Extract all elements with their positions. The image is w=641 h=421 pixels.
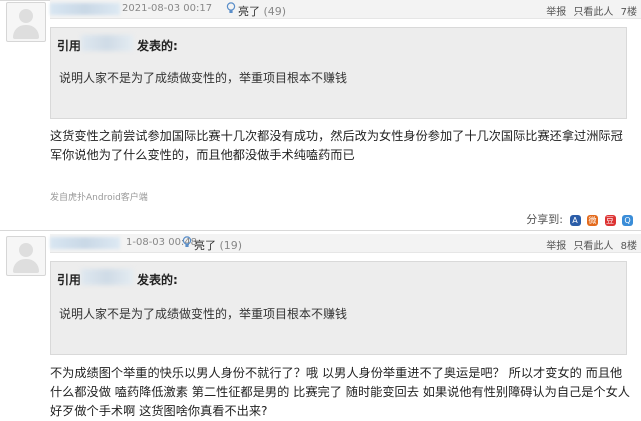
- post-actions: 举报 只看此人 8楼: [542, 237, 637, 252]
- post-content: 不为成绩图个举重的快乐以男人身份不就行了？哦 以男人身份举重进不了奥运是吧？ 所…: [50, 366, 630, 418]
- share-weibo-icon[interactable]: 微: [587, 214, 598, 226]
- only-this-user-link[interactable]: 只看此人: [573, 241, 613, 252]
- light-bulb-icon[interactable]: [182, 236, 192, 248]
- light-bulb-icon[interactable]: [226, 2, 236, 14]
- light-button[interactable]: 亮了 (49): [238, 3, 286, 19]
- post-header: 2021-08-03 00:17 亮了 (49) 举报 只看此人 7楼: [50, 0, 641, 19]
- share-qzone-icon[interactable]: Q: [622, 214, 633, 226]
- post-actions: 举报 只看此人 7楼: [542, 3, 637, 18]
- floor-number: 8楼: [620, 241, 637, 252]
- report-link[interactable]: 举报: [546, 7, 566, 18]
- quote-prefix: 引用: [57, 273, 82, 287]
- post-content: 这货变性之前尝试参加国际比赛十几次都没有成功，然后改为女性身份参加了十几次国际比…: [50, 129, 623, 162]
- quote-text: 说明人家不是为了成绩做变性的，举重项目根本不赚钱: [59, 71, 348, 85]
- light-button[interactable]: 亮了 (19): [194, 237, 242, 253]
- share-renren-icon[interactable]: A: [569, 214, 581, 226]
- quote-suffix: 发表的:: [137, 39, 178, 53]
- post-floor-7: 2021-08-03 00:17 亮了 (49) 举报 只看此人 7楼 引用 发…: [0, 0, 641, 232]
- username-blurred[interactable]: [50, 237, 120, 249]
- quote-block: 引用 发表的: 说明人家不是为了成绩做变性的，举重项目根本不赚钱: [50, 27, 627, 119]
- only-this-user-link[interactable]: 只看此人: [573, 7, 613, 18]
- share-douban-icon[interactable]: 豆: [604, 214, 616, 226]
- divider: [0, 230, 641, 231]
- avatar[interactable]: [6, 236, 46, 276]
- post-header: 1-08-03 00:48 亮了 (19) 举报 只看此人 8楼: [50, 234, 641, 253]
- floor-number: 7楼: [620, 7, 637, 18]
- quoted-username-blurred[interactable]: [81, 35, 133, 51]
- avatar[interactable]: [6, 2, 46, 42]
- share-label: 分享到:: [526, 213, 563, 226]
- report-link[interactable]: 举报: [546, 241, 566, 252]
- quote-block: 引用 发表的: 说明人家不是为了成绩做变性的，举重项目根本不赚钱: [50, 261, 627, 355]
- quote-text: 说明人家不是为了成绩做变性的，举重项目根本不赚钱: [59, 307, 348, 321]
- quote-prefix: 引用: [57, 39, 82, 53]
- post-floor-8: 1-08-03 00:48 亮了 (19) 举报 只看此人 8楼 引用 发表的:…: [0, 234, 641, 418]
- username-blurred[interactable]: [50, 3, 120, 15]
- source-client[interactable]: 发自虎扑Android客户端: [50, 190, 148, 203]
- quote-suffix: 发表的:: [137, 273, 178, 287]
- share-bar: 分享到: A 微 豆 Q: [526, 211, 633, 227]
- post-date: 2021-08-03 00:17: [122, 3, 213, 14]
- quoted-username-blurred[interactable]: [81, 269, 133, 285]
